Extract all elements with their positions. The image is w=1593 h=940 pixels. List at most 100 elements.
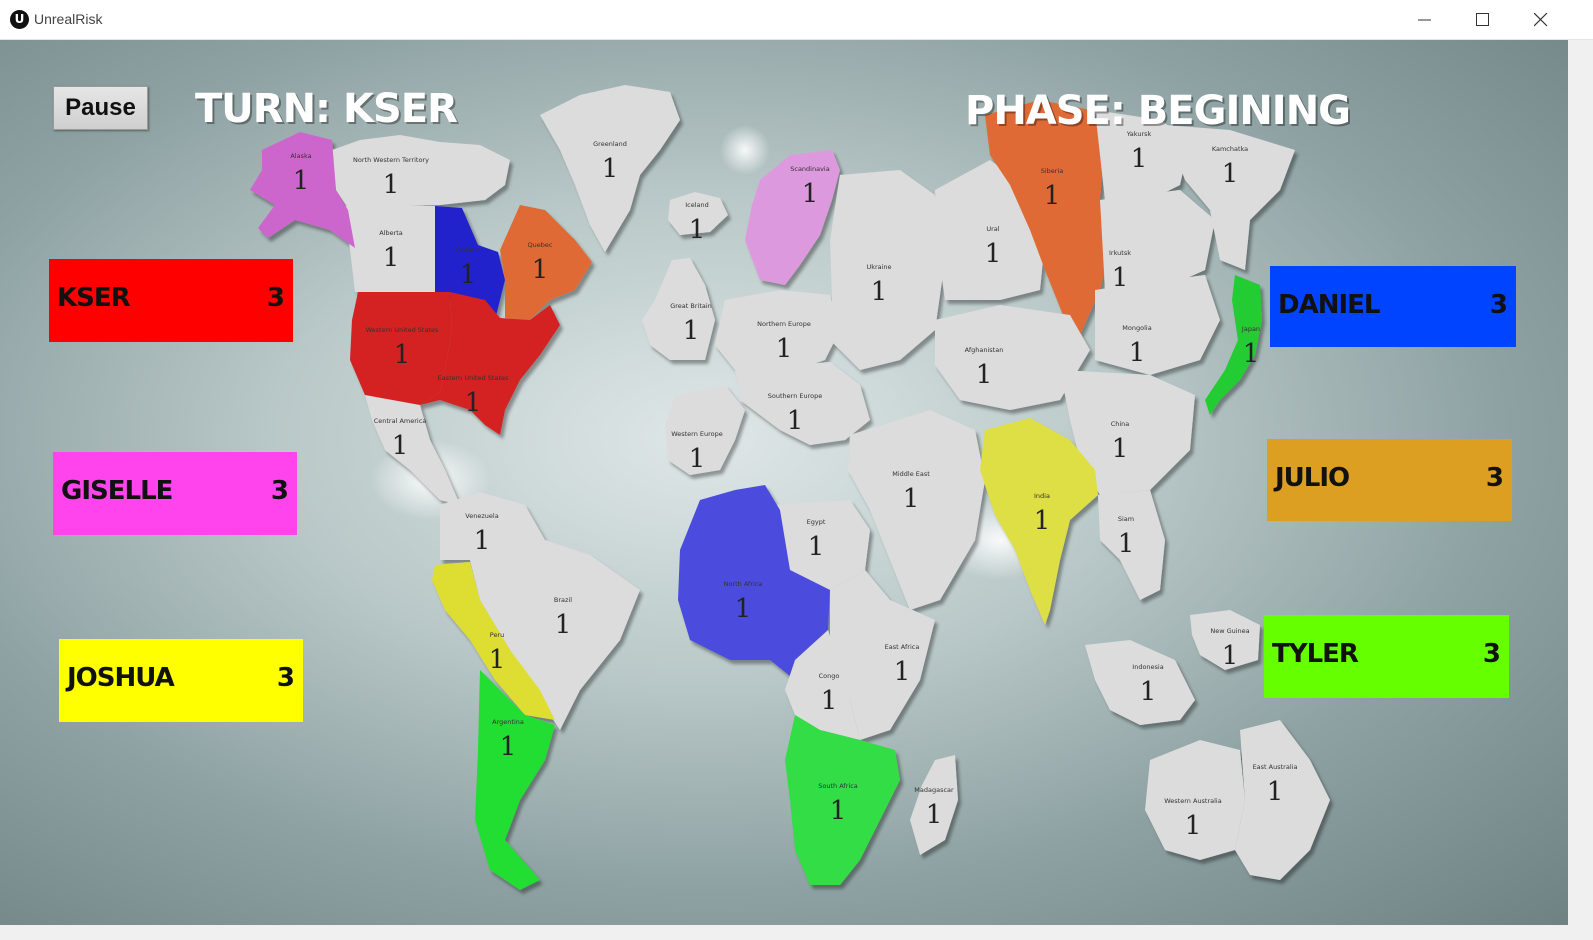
territory-label-ural: Ural bbox=[986, 225, 999, 233]
window-title: UnrealRisk bbox=[34, 11, 103, 27]
troop-count-ural: 1 bbox=[985, 239, 1002, 269]
troop-count-kamchatka: 1 bbox=[1222, 159, 1239, 189]
vertical-scrollbar[interactable] bbox=[1568, 40, 1593, 925]
troop-count-north-western-territory: 1 bbox=[383, 170, 400, 200]
territory-label-central-america: Central America bbox=[374, 417, 427, 425]
troop-count-irkutsk: 1 bbox=[1112, 263, 1129, 293]
territory-label-western-europe: Western Europe bbox=[671, 430, 723, 438]
territory-label-north-africa: North Africa bbox=[724, 580, 763, 588]
minimize-icon bbox=[1418, 19, 1431, 21]
player-name: JOSHUA bbox=[67, 663, 175, 693]
player-card-joshua[interactable]: JOSHUA 3 bbox=[59, 639, 303, 722]
troop-count-quebec: 1 bbox=[532, 255, 549, 285]
troop-count-southern-europe: 1 bbox=[787, 406, 804, 436]
player-card-julio[interactable]: JULIO 3 bbox=[1267, 439, 1512, 521]
troop-count-alaska: 1 bbox=[293, 166, 310, 196]
troop-count-indonesia: 1 bbox=[1140, 677, 1157, 707]
troop-count-afghanistan: 1 bbox=[976, 360, 993, 390]
player-card-daniel[interactable]: DANIEL 3 bbox=[1270, 266, 1516, 347]
territory-label-east-africa: East Africa bbox=[885, 643, 920, 651]
player-count: 3 bbox=[1482, 639, 1501, 669]
troop-count-brazil: 1 bbox=[555, 610, 572, 640]
troop-count-south-africa: 1 bbox=[830, 796, 847, 826]
troop-count-siberia: 1 bbox=[1044, 181, 1061, 211]
territory-label-western-australia: Western Australia bbox=[1164, 797, 1221, 805]
territory-label-mongolia: Mongolia bbox=[1122, 324, 1151, 332]
territory-label-china: China bbox=[1111, 420, 1130, 428]
territory-label-indonesia: Indonesia bbox=[1132, 663, 1163, 671]
troop-count-iceland: 1 bbox=[689, 215, 706, 245]
maximize-button[interactable] bbox=[1454, 0, 1512, 39]
territory-label-middle-east: Middle East bbox=[892, 470, 930, 478]
close-icon bbox=[1534, 13, 1548, 27]
troop-count-east-africa: 1 bbox=[894, 657, 911, 687]
game-viewport[interactable]: Alaska 1 North Western Territory 1 Alberta 1 O… bbox=[0, 40, 1568, 925]
phase-indicator: PHASE: BEGINING bbox=[965, 88, 1351, 134]
troop-count-scandinavia: 1 bbox=[802, 179, 819, 209]
pause-button[interactable]: Pause bbox=[53, 86, 148, 130]
player-card-kser[interactable]: KSER 3 bbox=[49, 259, 293, 342]
territory-label-argentina: Argentina bbox=[492, 718, 524, 726]
territory-label-irkutsk: Irkutsk bbox=[1109, 249, 1131, 257]
territory-label-greenland: Greenland bbox=[593, 140, 627, 148]
territory-label-peru: Peru bbox=[490, 631, 504, 639]
troop-count-great-britain: 1 bbox=[683, 316, 700, 346]
territory-label-eastern-united-states: Eastern United States bbox=[438, 374, 509, 382]
territory-label-western-united-states: Western United States bbox=[366, 326, 439, 334]
player-name: GISELLE bbox=[61, 476, 173, 506]
territory-label-scandinavia: Scandinavia bbox=[790, 165, 829, 173]
window-titlebar: U UnrealRisk bbox=[0, 0, 1593, 40]
territory-label-india: India bbox=[1034, 492, 1050, 500]
player-name: KSER bbox=[57, 283, 131, 313]
territory-label-afghanistan: Afghanistan bbox=[965, 346, 1004, 354]
player-count: 3 bbox=[266, 283, 285, 313]
territory-label-new-guinea: New Guinea bbox=[1210, 627, 1249, 635]
light-glow bbox=[720, 125, 770, 175]
troop-count-japan: 1 bbox=[1243, 339, 1260, 369]
troop-count-argentina: 1 bbox=[500, 732, 517, 762]
player-card-giselle[interactable]: GISELLE 3 bbox=[53, 452, 297, 535]
bottom-border bbox=[0, 925, 1593, 940]
minimize-button[interactable] bbox=[1396, 0, 1454, 39]
troop-count-western-europe: 1 bbox=[689, 444, 706, 474]
territory-label-southern-europe: Southern Europe bbox=[768, 392, 823, 400]
territory-label-congo: Congo bbox=[819, 672, 840, 680]
player-name: JULIO bbox=[1275, 463, 1350, 493]
player-name: DANIEL bbox=[1278, 290, 1380, 320]
troop-count-alberta: 1 bbox=[383, 243, 400, 273]
territory-label-northern-europe: Northern Europe bbox=[757, 320, 811, 328]
territory-label-alaska: Alaska bbox=[290, 152, 311, 160]
territory-label-egypt: Egypt bbox=[807, 518, 826, 526]
territory-north-western-territory[interactable] bbox=[332, 135, 510, 208]
troop-count-middle-east: 1 bbox=[903, 484, 920, 514]
territory-label-iceland: Iceland bbox=[685, 201, 709, 209]
territory-label-east-australia: East Australia bbox=[1253, 763, 1298, 771]
maximize-icon bbox=[1476, 13, 1489, 26]
troop-count-yakursk: 1 bbox=[1131, 144, 1148, 174]
territory-label-great-britain: Great Britain bbox=[670, 302, 712, 310]
player-count: 3 bbox=[270, 476, 289, 506]
troop-count-eastern-united-states: 1 bbox=[465, 388, 482, 418]
troop-count-china: 1 bbox=[1112, 434, 1129, 464]
troop-count-madagascar: 1 bbox=[926, 800, 943, 830]
territory-label-venezuela: Venezuela bbox=[465, 512, 498, 520]
territory-label-siam: Siam bbox=[1118, 515, 1134, 523]
close-button[interactable] bbox=[1512, 0, 1570, 39]
territory-label-ukraine: Ukraine bbox=[866, 263, 891, 271]
troop-count-egypt: 1 bbox=[808, 532, 825, 562]
troop-count-east-australia: 1 bbox=[1267, 777, 1284, 807]
territory-label-south-africa: South Africa bbox=[818, 782, 858, 790]
territory-label-north-western-territory: North Western Territory bbox=[353, 156, 429, 164]
territory-label-alberta: Alberta bbox=[379, 229, 403, 237]
troop-count-mongolia: 1 bbox=[1129, 338, 1146, 368]
troop-count-new-guinea: 1 bbox=[1222, 641, 1239, 671]
troop-count-siam: 1 bbox=[1118, 529, 1135, 559]
player-card-tyler[interactable]: TYLER 3 bbox=[1264, 615, 1509, 698]
unreal-logo-icon: U bbox=[10, 10, 29, 29]
territory-label-kamchatka: Kamchatka bbox=[1212, 145, 1248, 153]
troop-count-congo: 1 bbox=[821, 686, 838, 716]
player-name: TYLER bbox=[1272, 639, 1359, 669]
troop-count-greenland: 1 bbox=[602, 154, 619, 184]
territory-label-brazil: Brazil bbox=[554, 596, 572, 604]
territory-label-siberia: Siberia bbox=[1041, 167, 1064, 175]
